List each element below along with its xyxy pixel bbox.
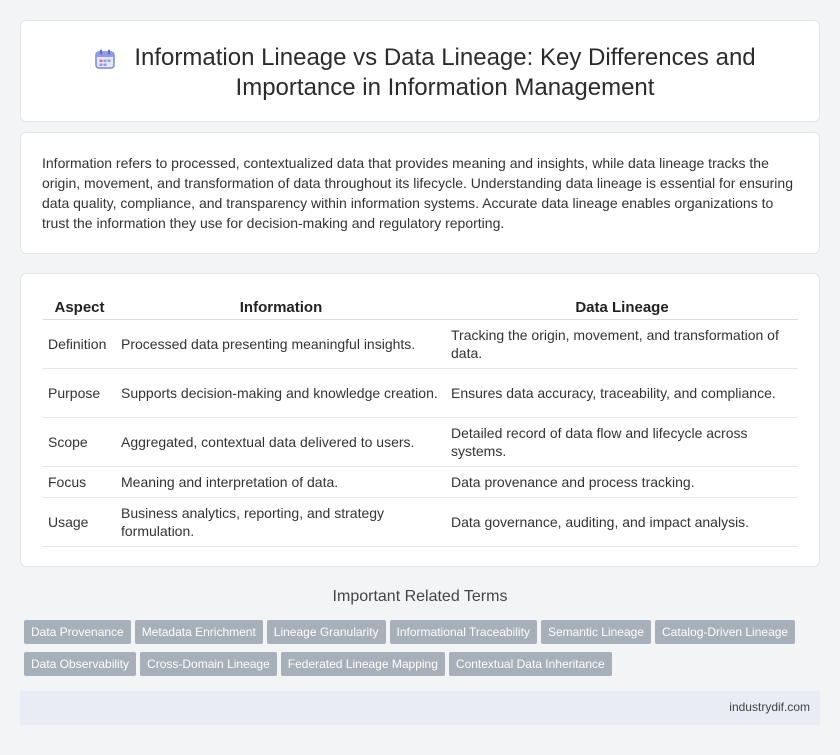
tag-data-observability[interactable]: Data Observability xyxy=(24,652,137,676)
cell-information: Supports decision-making and knowledge c… xyxy=(116,368,446,418)
page-title: Information Lineage vs Data Lineage: Key… xyxy=(134,44,756,101)
comparison-table: Aspect Information Data Lineage Definiti… xyxy=(43,297,798,547)
header-aspect: Aspect xyxy=(43,297,116,320)
cell-data-lineage: Detailed record of data flow and lifecyc… xyxy=(446,417,798,467)
related-terms-title: Important Related Terms xyxy=(332,588,508,605)
cell-information: Business analytics, reporting, and strat… xyxy=(116,497,446,547)
cell-data-lineage: Ensures data accuracy, traceability, and… xyxy=(446,368,798,418)
cell-aspect: Usage xyxy=(43,497,116,547)
tag-metadata-enrichment[interactable]: Metadata Enrichment xyxy=(134,620,263,644)
tag-contextual-data-inheritance[interactable]: Contextual Data Inheritance xyxy=(448,652,612,676)
cell-aspect: Focus xyxy=(43,466,116,498)
tag-semantic-lineage[interactable]: Semantic Lineage xyxy=(540,620,652,644)
cell-data-lineage: Data governance, auditing, and impact an… xyxy=(446,497,798,547)
cell-data-lineage: Data provenance and process tracking. xyxy=(446,466,798,498)
footer-site-link[interactable]: industrydif.com xyxy=(729,700,810,714)
intro-paragraph: Information refers to processed, context… xyxy=(42,155,793,231)
header-information: Information xyxy=(116,297,446,320)
tag-lineage-granularity[interactable]: Lineage Granularity xyxy=(266,620,386,644)
footer: industrydif.com xyxy=(20,691,820,725)
cell-information: Meaning and interpretation of data. xyxy=(116,466,446,498)
cell-aspect: Definition xyxy=(43,319,116,369)
tag-informational-traceability[interactable]: Informational Traceability xyxy=(389,620,537,644)
tag-data-provenance[interactable]: Data Provenance xyxy=(24,620,131,644)
cell-aspect: Purpose xyxy=(43,368,116,418)
related-terms-list: Data Provenance Metadata Enrichment Lineag… xyxy=(24,620,824,684)
title-card: Information Lineage vs Data Lineage: Key… xyxy=(20,20,820,122)
tag-cross-domain-lineage[interactable]: Cross-Domain Lineage xyxy=(140,652,277,676)
table-row: Scope Aggregated, contextual data delive… xyxy=(43,417,798,467)
table-header-row: Aspect Information Data Lineage xyxy=(43,297,798,320)
tag-row: Data Provenance Metadata Enrichment Lineag… xyxy=(24,620,824,652)
table-row: Usage Business analytics, reporting, and… xyxy=(43,497,798,547)
tag-catalog-driven-lineage[interactable]: Catalog-Driven Lineage xyxy=(655,620,796,644)
table-row: Definition Processed data presenting mea… xyxy=(43,319,798,369)
table-row: Purpose Supports decision-making and kno… xyxy=(43,368,798,418)
cell-data-lineage: Tracking the origin, movement, and trans… xyxy=(446,319,798,369)
cell-aspect: Scope xyxy=(43,417,116,467)
intro-card: Information refers to processed, context… xyxy=(20,132,820,254)
header-data-lineage: Data Lineage xyxy=(446,297,798,320)
comparison-card: Aspect Information Data Lineage Definiti… xyxy=(20,273,820,567)
table-row: Focus Meaning and interpretation of data… xyxy=(43,466,798,498)
cell-information: Aggregated, contextual data delivered to… xyxy=(116,417,446,467)
cell-information: Processed data presenting meaningful ins… xyxy=(116,319,446,369)
tag-row: Data Observability Cross-Domain Lineage Fe… xyxy=(24,652,824,684)
tag-federated-lineage-mapping[interactable]: Federated Lineage Mapping xyxy=(280,652,445,676)
